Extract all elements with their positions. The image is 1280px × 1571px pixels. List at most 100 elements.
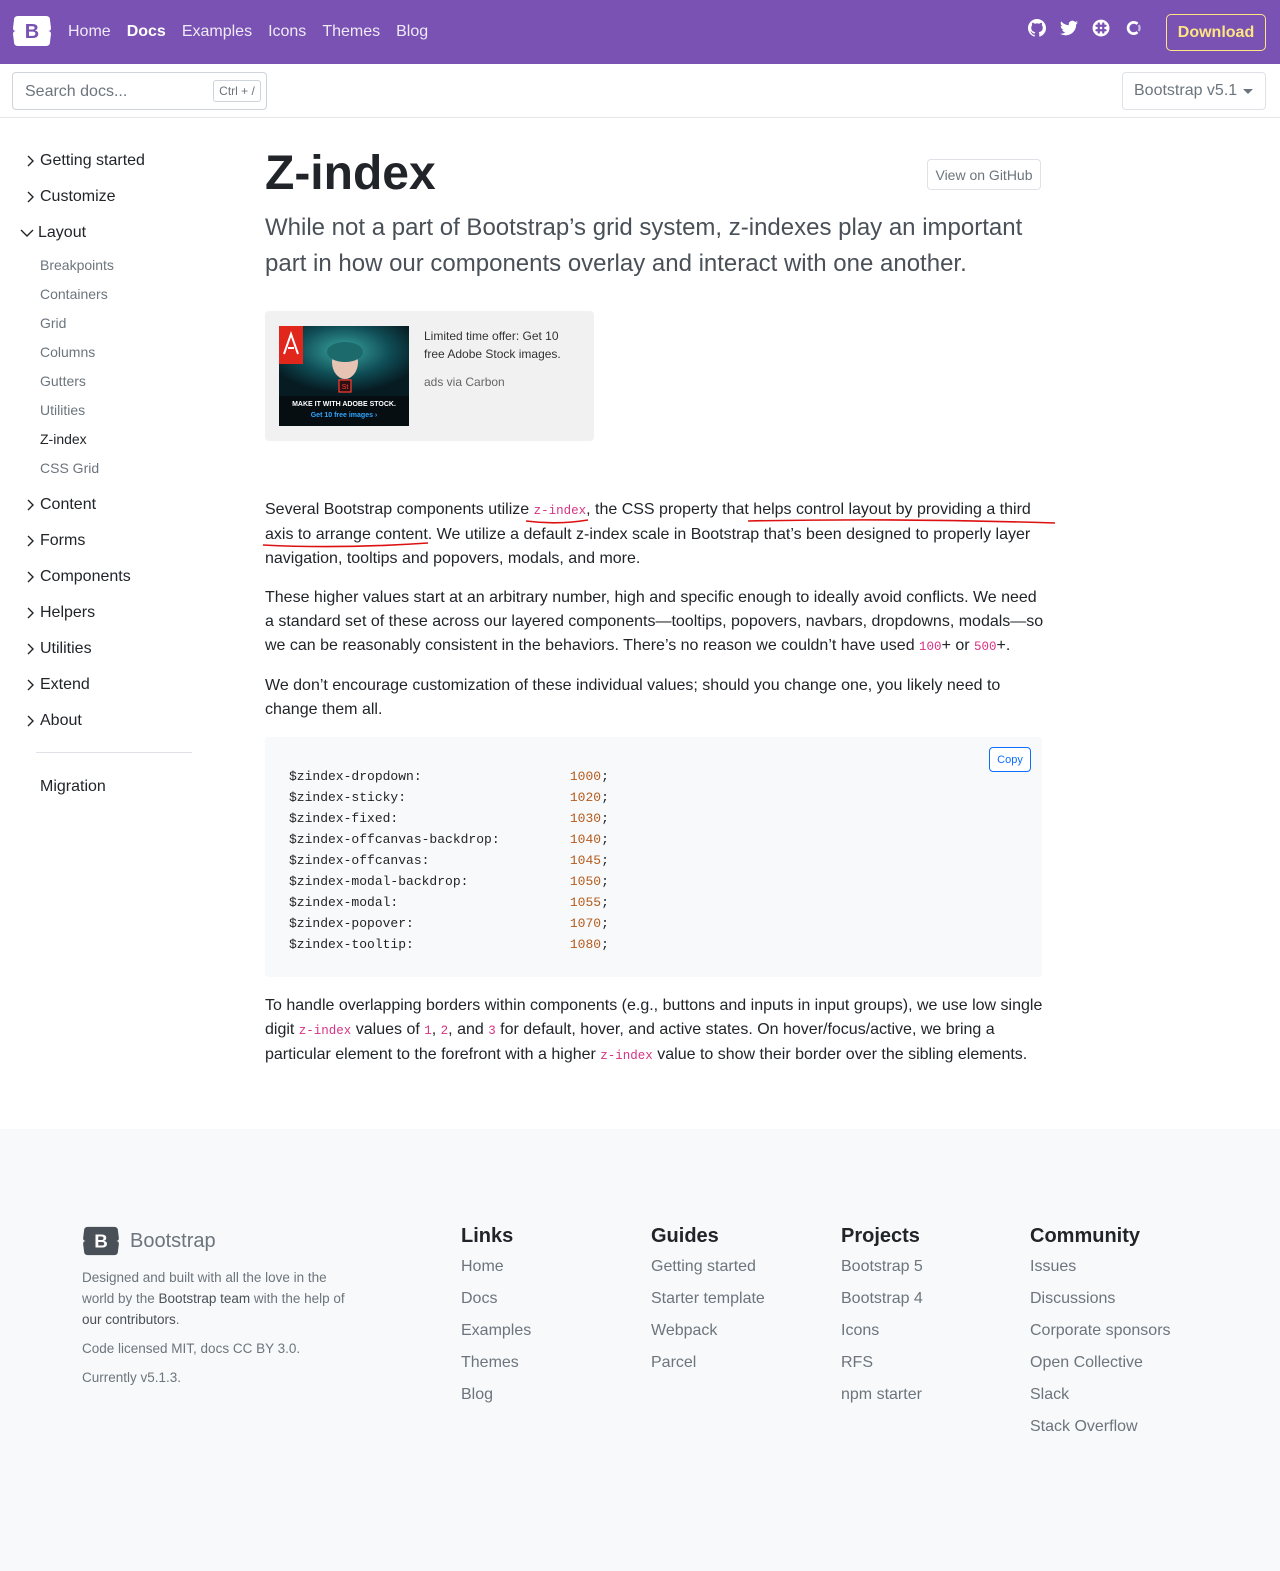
download-button[interactable]: Download bbox=[1166, 14, 1266, 51]
sidebar-group-components[interactable]: Components bbox=[24, 568, 131, 586]
footer-link-webpack[interactable]: Webpack bbox=[651, 1315, 765, 1347]
footer-link-rfs[interactable]: RFS bbox=[841, 1347, 923, 1379]
code-variable-name: $zindex-offcanvas-backdrop: bbox=[289, 832, 570, 847]
sidebar-group-about[interactable]: About bbox=[24, 712, 82, 730]
slack-icon[interactable] bbox=[1092, 19, 1110, 37]
sidebar-item-breakpoints[interactable]: Breakpoints bbox=[40, 257, 114, 273]
nav-blog[interactable]: Blog bbox=[396, 23, 428, 41]
footer-link-npm-starter[interactable]: npm starter bbox=[841, 1379, 923, 1411]
sidebar-group-forms[interactable]: Forms bbox=[24, 532, 85, 550]
carbon-ad: St MAKE IT WITH ADOBE STOCK. Get 10 free… bbox=[265, 311, 594, 441]
sidebar-group-getting-started[interactable]: Getting started bbox=[24, 152, 145, 170]
footer-col-guides: Guides Getting started Starter template … bbox=[651, 1225, 765, 1379]
ad-text[interactable]: Limited time offer: Get 10 free Adobe St… bbox=[424, 327, 579, 363]
code-variable-name: $zindex-popover: bbox=[289, 916, 570, 931]
search-input[interactable]: Search docs... bbox=[25, 83, 127, 101]
footer-link-getting-started[interactable]: Getting started bbox=[651, 1251, 765, 1283]
chevron-right-icon bbox=[27, 499, 34, 511]
footer-link-icons[interactable]: Icons bbox=[841, 1315, 923, 1347]
code-variable-value: 1030 bbox=[569, 811, 602, 826]
paragraph-higher-values: These higher values start at an arbitrar… bbox=[265, 589, 1044, 654]
ad-image[interactable]: St MAKE IT WITH ADOBE STOCK. Get 10 free… bbox=[279, 326, 409, 426]
social-icons bbox=[1028, 19, 1142, 37]
chevron-right-icon bbox=[27, 643, 34, 655]
footer-link-stack-overflow[interactable]: Stack Overflow bbox=[1030, 1411, 1171, 1443]
page-title: Z-index bbox=[265, 147, 436, 200]
footer-link-bootstrap-4[interactable]: Bootstrap 4 bbox=[841, 1283, 923, 1315]
opencollective-icon[interactable] bbox=[1124, 19, 1142, 37]
code-line: $zindex-fixed: 1030; bbox=[289, 811, 609, 826]
footer-col-title: Links bbox=[461, 1225, 514, 1247]
code-variable-value: 1070 bbox=[569, 916, 602, 931]
svg-text:B: B bbox=[94, 1231, 108, 1252]
sidebar-item-migration[interactable]: Migration bbox=[40, 778, 106, 796]
nav-icons[interactable]: Icons bbox=[268, 23, 306, 41]
code-line: $zindex-popover: 1070; bbox=[289, 916, 609, 931]
footer-link-open-collective[interactable]: Open Collective bbox=[1030, 1347, 1171, 1379]
ad-via-carbon[interactable]: ads via Carbon bbox=[424, 375, 505, 389]
footer-brand[interactable]: B Bootstrap bbox=[82, 1225, 216, 1257]
footer-link-discussions[interactable]: Discussions bbox=[1030, 1283, 1171, 1315]
nav-docs[interactable]: Docs bbox=[127, 23, 166, 41]
footer-link-issues[interactable]: Issues bbox=[1030, 1251, 1171, 1283]
footer-link-themes[interactable]: Themes bbox=[461, 1347, 531, 1379]
footer-link-docs[interactable]: Docs bbox=[461, 1283, 531, 1315]
sidebar-group-helpers[interactable]: Helpers bbox=[24, 604, 95, 622]
docs-subnav: Search docs... Ctrl + / Bootstrap v5.1 bbox=[0, 64, 1280, 118]
sidebar-item-grid[interactable]: Grid bbox=[40, 315, 66, 331]
footer-col-community: Community Issues Discussions Corporate s… bbox=[1030, 1225, 1171, 1443]
search-box[interactable]: Search docs... Ctrl + / bbox=[12, 72, 267, 110]
sidebar-group-customize[interactable]: Customize bbox=[24, 188, 116, 206]
code-variable-name: $zindex-modal: bbox=[289, 895, 570, 910]
code-line: $zindex-tooltip: 1080; bbox=[289, 937, 609, 952]
sidebar-item-gutters[interactable]: Gutters bbox=[40, 373, 86, 389]
code-line: $zindex-sticky: 1020; bbox=[289, 790, 609, 805]
contributors-link[interactable]: our contributors bbox=[82, 1312, 176, 1327]
sidebar-item-z-index[interactable]: Z-index bbox=[40, 431, 87, 447]
bootstrap-team-link[interactable]: Bootstrap team bbox=[159, 1291, 251, 1306]
sidebar-item-containers[interactable]: Containers bbox=[40, 286, 108, 302]
code-variable-name: $zindex-modal-backdrop: bbox=[289, 874, 570, 889]
sidebar-group-utilities[interactable]: Utilities bbox=[24, 640, 92, 658]
sidebar-item-css-grid[interactable]: CSS Grid bbox=[40, 460, 99, 476]
chevron-right-icon bbox=[27, 191, 34, 203]
footer-col-links: Links Home Docs Examples Themes Blog bbox=[461, 1225, 531, 1411]
main-nav: Home Docs Examples Icons Themes Blog bbox=[68, 0, 444, 64]
footer-link-examples[interactable]: Examples bbox=[461, 1315, 531, 1347]
chevron-right-icon bbox=[27, 607, 34, 619]
footer-link-home[interactable]: Home bbox=[461, 1251, 531, 1283]
code-variable-name: $zindex-fixed: bbox=[289, 811, 570, 826]
footer-link-starter-template[interactable]: Starter template bbox=[651, 1283, 765, 1315]
footer-link-bootstrap-5[interactable]: Bootstrap 5 bbox=[841, 1251, 923, 1283]
footer-link-slack[interactable]: Slack bbox=[1030, 1379, 1171, 1411]
nav-home[interactable]: Home bbox=[68, 23, 111, 41]
sidebar-group-extend[interactable]: Extend bbox=[24, 676, 90, 694]
code-variable-value: 1045 bbox=[569, 853, 602, 868]
code-variable-value: 1050 bbox=[569, 874, 602, 889]
sidebar-group-content[interactable]: Content bbox=[24, 496, 96, 514]
svg-text:B: B bbox=[25, 21, 39, 43]
sidebar-divider bbox=[36, 752, 192, 753]
code-variable-name: $zindex-offcanvas: bbox=[289, 853, 570, 868]
bootstrap-logo[interactable]: B bbox=[12, 14, 52, 48]
nav-themes[interactable]: Themes bbox=[322, 23, 380, 41]
footer-link-parcel[interactable]: Parcel bbox=[651, 1347, 765, 1379]
nav-examples[interactable]: Examples bbox=[182, 23, 252, 41]
twitter-icon[interactable] bbox=[1060, 19, 1078, 37]
code-line: $zindex-modal-backdrop: 1050; bbox=[289, 874, 609, 889]
svg-text:MAKE IT WITH ADOBE STOCK.: MAKE IT WITH ADOBE STOCK. bbox=[292, 401, 396, 408]
view-on-github-button[interactable]: View on GitHub bbox=[927, 159, 1041, 190]
code-lines: $zindex-dropdown: 1000; $zindex-sticky: 1… bbox=[289, 766, 609, 955]
code-line: $zindex-dropdown: 1000; bbox=[289, 769, 609, 784]
footer-link-corporate-sponsors[interactable]: Corporate sponsors bbox=[1030, 1315, 1171, 1347]
chevron-down-icon bbox=[20, 229, 34, 237]
copy-button[interactable]: Copy bbox=[989, 747, 1031, 772]
sidebar-item-columns[interactable]: Columns bbox=[40, 344, 95, 360]
version-dropdown[interactable]: Bootstrap v5.1 bbox=[1122, 72, 1266, 110]
sidebar-group-layout[interactable]: Layout bbox=[20, 224, 86, 242]
footer-link-blog[interactable]: Blog bbox=[461, 1379, 531, 1411]
sidebar-item-utilities[interactable]: Utilities bbox=[40, 402, 85, 418]
github-icon[interactable] bbox=[1028, 19, 1046, 37]
footer-col-title: Guides bbox=[651, 1225, 719, 1247]
version-label: Bootstrap v5.1 bbox=[1134, 82, 1238, 99]
